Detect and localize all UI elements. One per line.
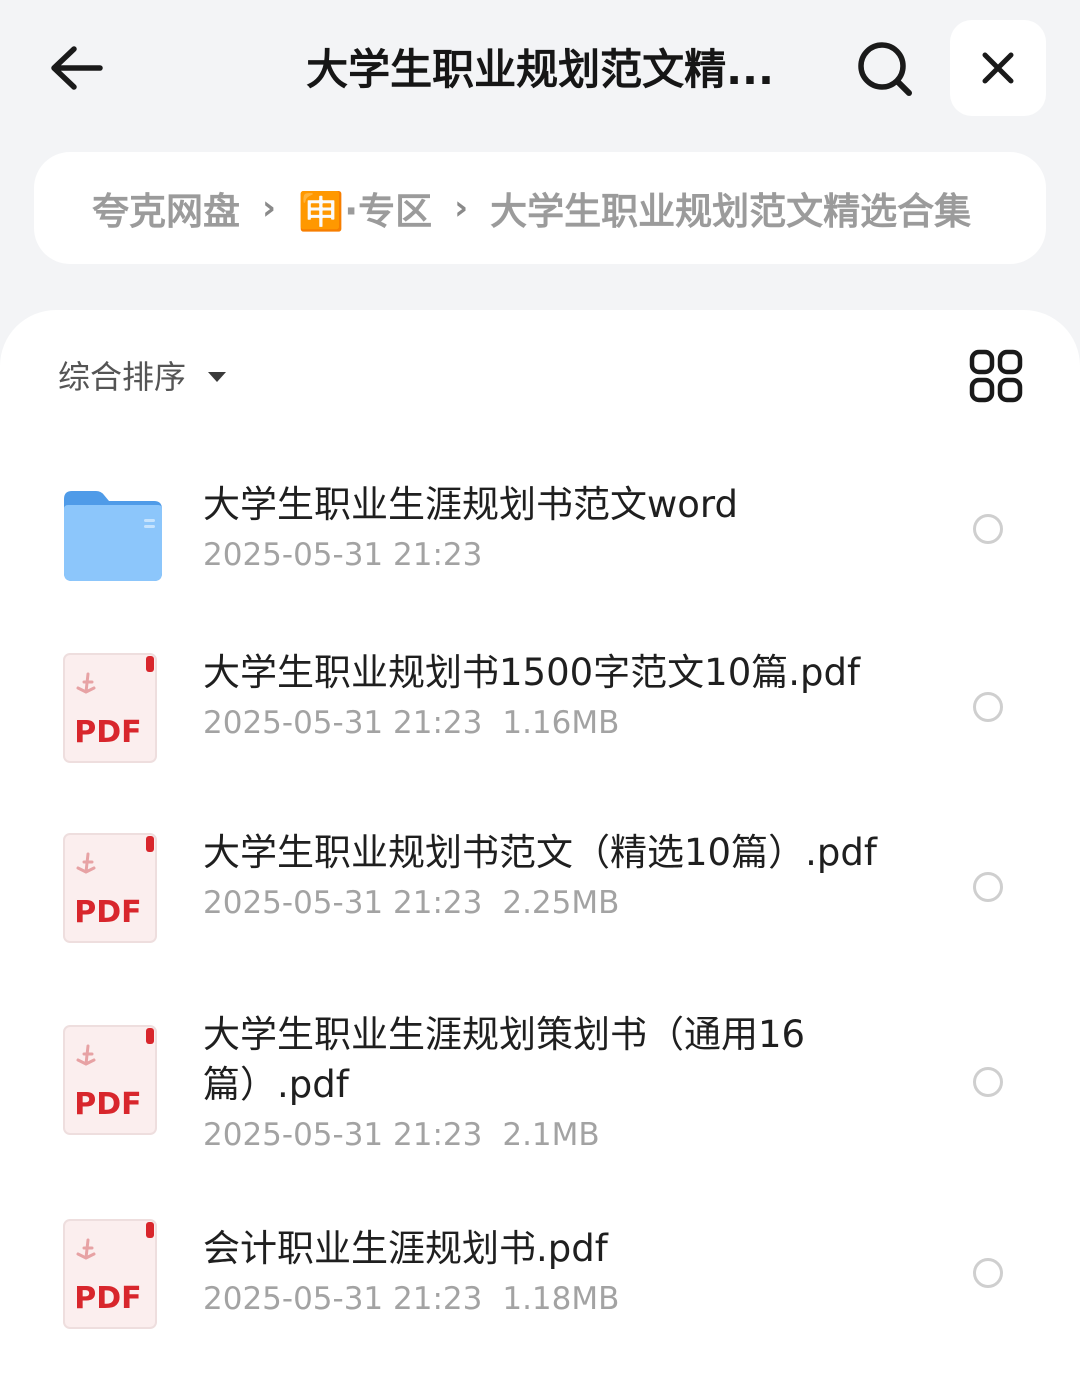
- select-radio[interactable]: [973, 1067, 1003, 1097]
- select-radio[interactable]: [973, 692, 1003, 722]
- select-radio[interactable]: [973, 1258, 1003, 1288]
- page-title: 大学生职业规划范文精...: [306, 45, 774, 94]
- file-row[interactable]: PDF 大学生职业生涯规划策划书（通用16篇）.pdf 2025-05-31 2…: [0, 1010, 1080, 1170]
- breadcrumb-item-root[interactable]: 夸克网盘: [92, 181, 240, 235]
- sort-dropdown[interactable]: 综合排序: [58, 350, 227, 400]
- breadcrumb-separator: ›: [454, 188, 469, 228]
- close-icon: [982, 52, 1014, 84]
- pdf-file-icon: PDF: [63, 833, 157, 943]
- select-radio[interactable]: [973, 872, 1003, 902]
- file-size: 1.18MB: [502, 1281, 620, 1317]
- svg-text:PDF: PDF: [74, 1087, 141, 1122]
- file-date: 2025-05-31 21:23: [203, 1117, 483, 1153]
- file-row[interactable]: PDF 会计职业生涯规划书.pdf 2025-05-31 21:23 1.18MB: [0, 1216, 1080, 1346]
- file-name: 会计职业生涯规划书.pdf: [203, 1227, 608, 1270]
- file-date: 2025-05-31 21:23: [203, 885, 483, 921]
- breadcrumb-item-current[interactable]: 大学生职业规划范文精选合集: [490, 181, 971, 235]
- grid-view-icon[interactable]: [968, 348, 1024, 404]
- file-browser-screen: 大学生职业规划范文精... 夸克网盘 › 🈸·专区 › 大学生职业规划范文精选合…: [0, 0, 1080, 1392]
- file-name: 大学生职业规划书范文（精选10篇）.pdf: [203, 831, 877, 874]
- breadcrumb: 夸克网盘 › 🈸·专区 › 大学生职业规划范文精选合集: [34, 152, 1046, 264]
- select-radio[interactable]: [973, 514, 1003, 544]
- file-meta: 2025-05-31 21:23 2.1MB: [203, 1114, 883, 1156]
- file-meta: 2025-05-31 21:23 1.16MB: [203, 702, 903, 744]
- breadcrumb-item-zone[interactable]: 🈸·专区: [298, 181, 432, 235]
- folder-icon: [64, 491, 162, 581]
- file-meta: 2025-05-31 21:23 2.25MB: [203, 882, 903, 924]
- close-button[interactable]: [950, 20, 1046, 116]
- top-bar: 大学生职业规划范文精...: [0, 0, 1080, 140]
- file-row[interactable]: PDF 大学生职业规划书范文（精选10篇）.pdf 2025-05-31 21:…: [0, 828, 1080, 958]
- file-size: 2.25MB: [502, 885, 620, 921]
- file-size: 2.1MB: [502, 1117, 600, 1153]
- svg-text:PDF: PDF: [74, 1281, 141, 1316]
- file-meta: 2025-05-31 21:23 1.18MB: [203, 1278, 903, 1320]
- pdf-file-icon: PDF: [63, 1025, 157, 1135]
- search-icon: [858, 42, 912, 96]
- svg-text:PDF: PDF: [74, 895, 141, 930]
- svg-text:PDF: PDF: [74, 715, 141, 750]
- file-row[interactable]: 大学生职业生涯规划书范文word 2025-05-31 21:23: [0, 470, 1080, 600]
- file-list-panel: 综合排序 大学生职业生涯规划书范文word 2025-05-31 21:23 P…: [0, 310, 1080, 1392]
- file-name: 大学生职业生涯规划书范文word: [203, 483, 738, 526]
- file-row[interactable]: PDF 大学生职业规划书1500字范文10篇.pdf 2025-05-31 21…: [0, 648, 1080, 778]
- file-meta: 2025-05-31 21:23: [203, 534, 903, 576]
- breadcrumb-separator: ›: [262, 188, 277, 228]
- arrow-left-icon: [51, 46, 103, 90]
- pdf-file-icon: PDF: [63, 1219, 157, 1329]
- file-date: 2025-05-31 21:23: [203, 1281, 483, 1317]
- file-name: 大学生职业规划书1500字范文10篇.pdf: [203, 651, 861, 694]
- pdf-file-icon: PDF: [63, 653, 157, 763]
- caret-down-icon: [208, 372, 227, 382]
- file-date: 2025-05-31 21:23: [203, 705, 483, 741]
- back-button[interactable]: [40, 38, 112, 98]
- sort-label: 综合排序: [58, 358, 187, 396]
- file-date: 2025-05-31 21:23: [203, 537, 483, 573]
- search-button[interactable]: [852, 36, 918, 102]
- file-name: 大学生职业生涯规划策划书（通用16篇）.pdf: [203, 1013, 806, 1106]
- file-size: 1.16MB: [502, 705, 620, 741]
